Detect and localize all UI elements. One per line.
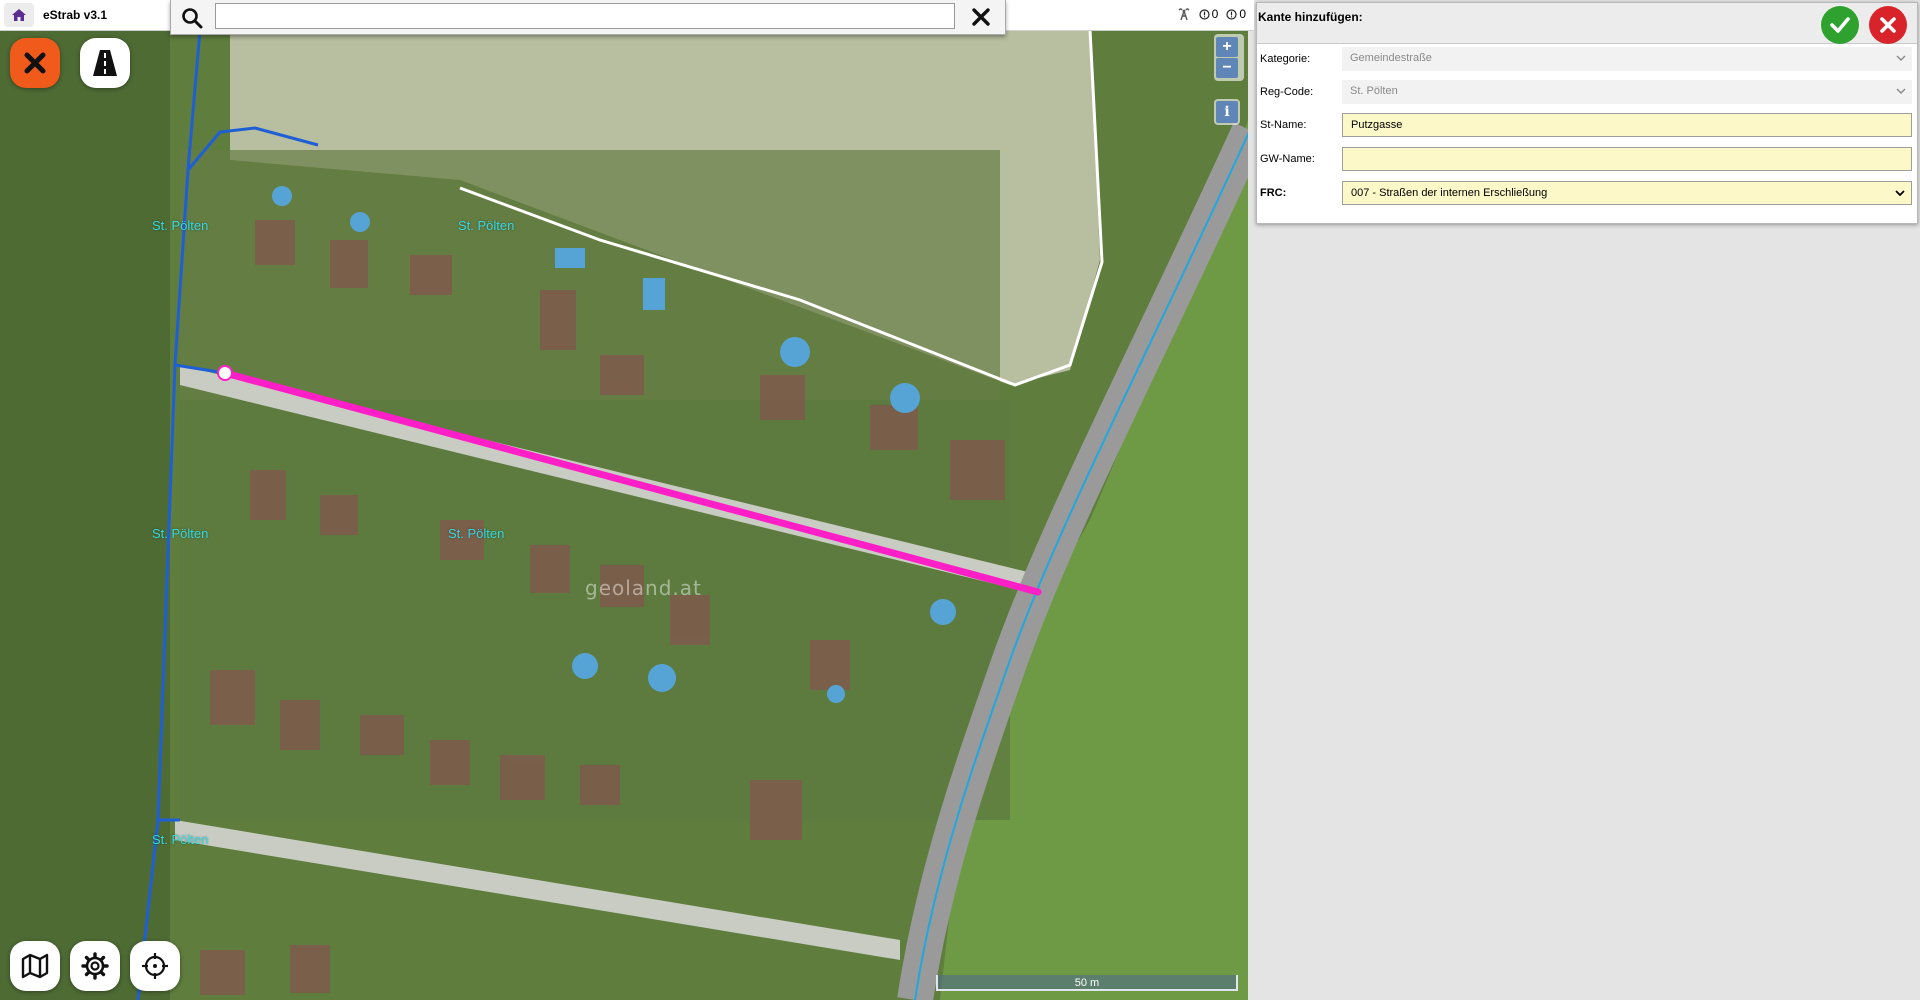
clear-search-icon[interactable]: [971, 7, 991, 27]
info-button[interactable]: i: [1216, 101, 1238, 123]
close-map-button[interactable]: [10, 38, 60, 88]
status-area: 0 0: [1177, 7, 1246, 21]
panel-header: Kante hinzufügen:: [1257, 3, 1917, 44]
kategorie-select: Gemeindestraße: [1342, 47, 1912, 71]
place-label: St. Pölten: [152, 218, 209, 233]
zoom-control: + −: [1214, 34, 1244, 81]
place-label: St. Pölten: [448, 526, 505, 541]
status-indicator-1: 0: [1199, 7, 1219, 21]
place-label: St. Pölten: [152, 832, 209, 847]
kategorie-label: Kategorie:: [1260, 53, 1311, 65]
gw-name-row: GW-Name:: [1260, 147, 1912, 173]
watermark: geoland.at: [585, 576, 702, 600]
st-name-input[interactable]: Putzgasse: [1342, 113, 1912, 137]
place-label: St. Pölten: [458, 218, 515, 233]
road-mode-button[interactable]: [80, 38, 130, 88]
close-icon: [24, 52, 46, 74]
st-name-label: St-Name:: [1260, 119, 1307, 131]
locate-button[interactable]: [130, 941, 180, 991]
road-icon: [93, 50, 117, 76]
crosshair-icon: [142, 953, 168, 979]
status-count-2: 0: [1239, 7, 1246, 21]
home-icon: [12, 9, 26, 21]
map-layers-button[interactable]: [10, 941, 60, 991]
close-icon: [1880, 17, 1896, 33]
zoom-out-button[interactable]: −: [1216, 58, 1238, 78]
add-edge-panel: Kante hinzufügen: Kategorie: Gemeindestr…: [1256, 2, 1918, 224]
st-name-row: St-Name: Putzgasse: [1260, 113, 1912, 139]
info-control: i: [1214, 99, 1240, 125]
search-bar: [170, 0, 1006, 35]
scale-bar: 50 m: [936, 975, 1238, 991]
app-title: eStrab v3.1: [43, 8, 108, 22]
alert-circle-icon: [1226, 8, 1237, 20]
signal-icon: [1178, 8, 1190, 21]
gear-icon: [81, 952, 109, 980]
reg-code-label: Reg-Code:: [1260, 86, 1314, 98]
zoom-in-button[interactable]: +: [1216, 37, 1238, 57]
kategorie-value: Gemeindestraße: [1350, 52, 1432, 64]
frc-label: FRC:: [1260, 187, 1287, 199]
aerial-imagery: [0, 0, 1248, 1000]
status-indicator-2: 0: [1226, 7, 1246, 21]
frc-select[interactable]: 007 - Straßen der internen Erschließung: [1342, 181, 1912, 205]
home-button[interactable]: [4, 3, 34, 27]
status-count-1: 0: [1211, 7, 1219, 21]
place-label: St. Pölten: [152, 526, 209, 541]
search-icon[interactable]: [181, 7, 203, 29]
panel-title: Kante hinzufügen:: [1258, 10, 1363, 24]
reg-code-value: St. Pölten: [1350, 85, 1398, 97]
chevron-down-icon: [1896, 55, 1906, 61]
confirm-button[interactable]: [1821, 6, 1859, 44]
search-input[interactable]: [215, 3, 955, 29]
chevron-down-icon: [1895, 190, 1905, 197]
edge-start-node: [217, 365, 233, 381]
chevron-down-icon: [1896, 88, 1906, 94]
cancel-button[interactable]: [1869, 6, 1907, 44]
frc-value: 007 - Straßen der internen Erschließung: [1351, 187, 1548, 199]
settings-button[interactable]: [70, 941, 120, 991]
gw-name-input[interactable]: [1342, 147, 1912, 171]
reg-code-row: Reg-Code: St. Pölten: [1260, 80, 1912, 106]
map-icon: [21, 953, 49, 979]
kategorie-row: Kategorie: Gemeindestraße: [1260, 47, 1912, 73]
map-view[interactable]: St. Pölten St. Pölten St. Pölten St. Pöl…: [0, 0, 1248, 1000]
frc-row: FRC: 007 - Straßen der internen Erschlie…: [1260, 181, 1912, 207]
reg-code-select: St. Pölten: [1342, 80, 1912, 104]
alert-circle-icon: [1199, 8, 1210, 20]
gw-name-label: GW-Name:: [1260, 153, 1315, 165]
checkmark-icon: [1830, 17, 1850, 33]
